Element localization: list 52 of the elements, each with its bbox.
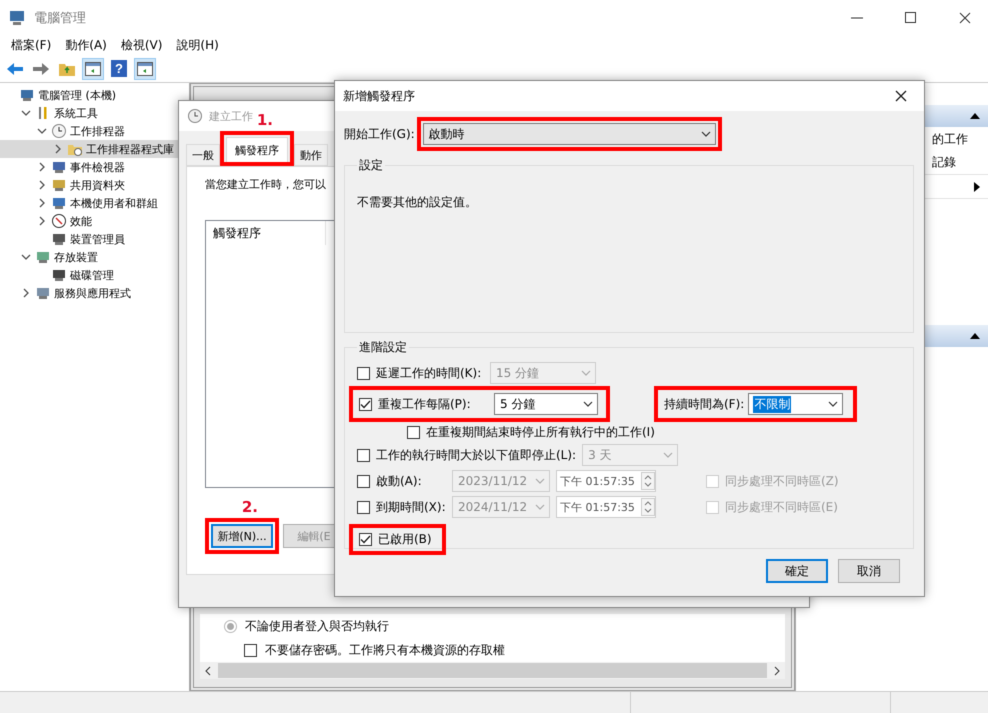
dropdown[interactable]: 5 分鐘: [494, 393, 598, 415]
group-label: 進階設定: [358, 339, 408, 356]
field-label: 開始工作(G):: [344, 126, 415, 142]
dropdown[interactable]: 不限制: [748, 393, 844, 415]
menu-item[interactable]: 說明(H): [169, 36, 226, 54]
tree-item[interactable]: 事件檢視器: [0, 158, 189, 176]
push-button[interactable]: 新增(N)...: [211, 524, 273, 548]
checkbox-label: 同步處理不同時區(Z): [725, 472, 839, 490]
description-text: 當您建立工作時，您可以: [205, 177, 327, 192]
column-header[interactable]: 觸發程序: [206, 221, 326, 245]
menu-item[interactable]: 檢視(V): [114, 36, 170, 54]
checkbox-label: 到期時間(X):: [376, 498, 446, 516]
step-number: 1.: [256, 111, 273, 129]
tree-item[interactable]: 電腦管理 (本機): [0, 86, 189, 104]
time-field[interactable]: 下午 01:57:35: [556, 470, 656, 492]
dialog-title: 建立工作: [209, 108, 253, 124]
checkbox-label: 重複工作每隔(P):: [378, 396, 472, 412]
window-title: 電腦管理: [34, 10, 87, 26]
tab[interactable]: 觸發程序: [226, 137, 288, 162]
tree-item[interactable]: 共用資料夾: [0, 176, 189, 194]
settings-text: 不需要其他的設定值。: [357, 194, 478, 211]
tab[interactable]: 一般: [186, 144, 220, 166]
step-number: 2.: [242, 498, 258, 516]
time-field[interactable]: 下午 01:57:35: [556, 496, 656, 518]
checkbox-label: 在重複期間結束時停止所有執行中的工作(I): [426, 424, 655, 440]
option-label: 不要儲存密碼。工作將只有本機資源的存取權: [265, 642, 505, 658]
dialog-title: 新增觸發程序: [343, 88, 415, 104]
group-label: 設定: [358, 157, 384, 174]
checkbox-label: 啟動(A):: [376, 472, 423, 490]
checkbox-label: 同步處理不同時區(E): [725, 498, 838, 516]
tree-item[interactable]: 工作排程器: [0, 122, 189, 140]
tree-item[interactable]: 存放裝置: [0, 248, 189, 266]
tree-item[interactable]: 裝置管理員: [0, 230, 189, 248]
tree-item[interactable]: 服務與應用程式: [0, 284, 189, 302]
tree-item[interactable]: 效能: [0, 212, 189, 230]
tree-item[interactable]: 本機使用者和群組: [0, 194, 189, 212]
option-label: 不論使用者登入與否均執行: [245, 618, 389, 634]
tree-item[interactable]: 系統工具: [0, 104, 189, 122]
checkbox-label: 已啟用(B): [378, 530, 432, 548]
menu-item[interactable]: 檔案(F): [4, 36, 58, 54]
selected-text: 不限制: [753, 396, 792, 412]
tree-item[interactable]: 磁碟管理: [0, 266, 189, 284]
dropdown[interactable]: 啟動時: [422, 123, 716, 145]
tab[interactable]: 動作: [294, 144, 328, 166]
checkbox-label: 工作的執行時間大於以下值即停止(L):: [376, 446, 576, 464]
push-button[interactable]: 取消: [838, 559, 900, 583]
action-item[interactable]: 的工作: [932, 130, 968, 148]
push-button[interactable]: 確定: [766, 559, 828, 583]
checkbox-label: 延遲工作的時間(K):: [376, 364, 482, 382]
field-label: 持續時間為(F):: [664, 396, 744, 412]
action-item[interactable]: 記錄: [932, 154, 956, 171]
menu-item[interactable]: 動作(A): [58, 36, 114, 54]
